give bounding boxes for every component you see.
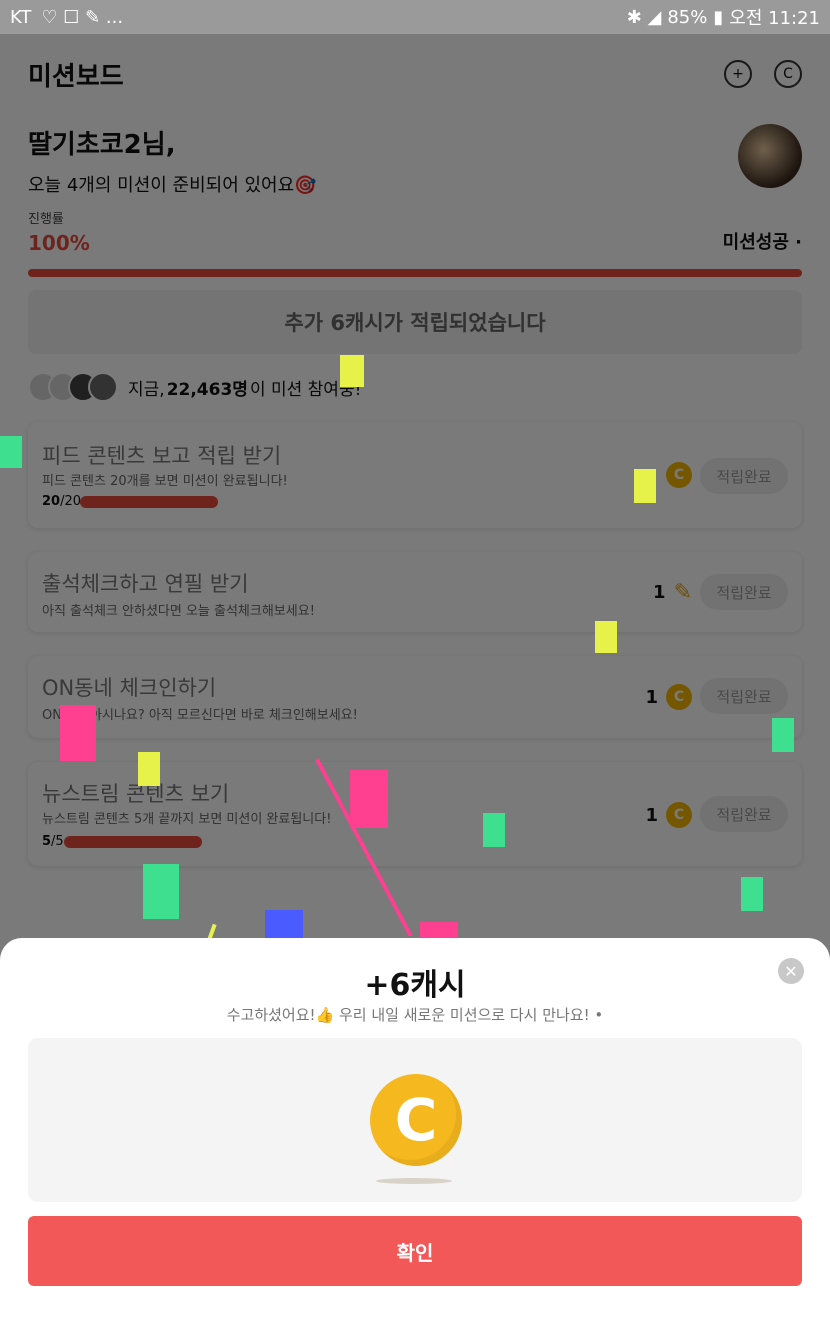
confetti-piece xyxy=(772,718,794,752)
confirm-button[interactable]: 확인 xyxy=(28,1216,802,1286)
mission-count: 20/20 xyxy=(42,494,82,509)
confetti-piece xyxy=(350,770,388,828)
mission-title: 피드 콘텐츠 보고 적립 받기 xyxy=(42,444,282,468)
cash-icon[interactable]: C xyxy=(774,60,802,88)
coin-icon: C xyxy=(370,1074,462,1166)
pencil-icon: ✎ xyxy=(673,580,692,605)
mission-reward: 1 ✎ xyxy=(653,580,692,605)
mission-reward: 1C xyxy=(645,802,692,828)
app-header: 미션보드 + C xyxy=(28,56,802,92)
mission-title: 뉴스트림 콘텐츠 보기 xyxy=(42,782,230,806)
claim-done-button[interactable]: 적립완료 xyxy=(700,796,788,832)
greeting-name: 딸기초코2님, xyxy=(28,130,176,160)
status-bar: KT ♡ ☐ ✎ ... ✱ ◢ 85% ▮ 오전 11:21 xyxy=(0,0,830,34)
mission-progress-bar xyxy=(80,496,218,508)
bonus-banner: 추가 6캐시가 적립되었습니다 xyxy=(28,290,802,354)
progress-label: 진행률 xyxy=(28,212,64,227)
coin-shadow xyxy=(376,1178,452,1184)
confetti-piece xyxy=(138,752,160,786)
confetti-piece xyxy=(0,436,22,468)
mission-title: ON동네 체크인하기 xyxy=(42,676,217,700)
confetti-piece xyxy=(595,621,617,653)
mission-progress-bar xyxy=(64,836,202,848)
mission-count: 5/5 xyxy=(42,834,64,849)
mission-status: 미션성공 · xyxy=(722,232,802,253)
claim-done-button[interactable]: 적립완료 xyxy=(700,458,788,494)
reward-amount: +6캐시 xyxy=(364,968,466,1003)
reward-bottom-sheet: +6캐시 ✕ 수고하셨어요!👍 우리 내일 새로운 미션으로 다시 만나요! •… xyxy=(0,938,830,1328)
confetti-piece xyxy=(340,355,364,387)
confetti-piece xyxy=(634,469,656,503)
reward-message: 수고하셨어요!👍 우리 내일 새로운 미션으로 다시 만나요! • xyxy=(226,1006,604,1024)
participant-avatars xyxy=(28,372,118,402)
battery-icon: ▮ xyxy=(713,6,724,28)
coin-icon: C xyxy=(666,462,692,488)
progress-bar xyxy=(28,269,802,277)
progress-percent: 100% xyxy=(28,231,90,255)
mission-desc: 아직 출석체크 안하셨다면 오늘 출석체크해보세요! xyxy=(42,604,315,619)
notification-icons: ♡ ☐ ✎ ... xyxy=(41,6,124,28)
participants-count: 22,463명 xyxy=(166,379,248,400)
coin-icon: C xyxy=(666,802,692,828)
reward-visual: C xyxy=(28,1038,802,1202)
progress-section: 진행률 100% 미션성공 · xyxy=(28,208,802,277)
page-title: 미션보드 xyxy=(28,61,124,92)
carrier-label: KT xyxy=(10,6,32,28)
battery-level: 85% xyxy=(667,6,708,28)
greeting: 딸기초코2님, 오늘 4개의 미션이 준비되어 있어요🎯 xyxy=(28,124,317,197)
mission-desc: 뉴스트림 콘텐츠 5개 끝까지 보면 미션이 완료됩니다! xyxy=(42,812,332,827)
claim-done-button[interactable]: 적립완료 xyxy=(700,678,788,714)
mission-card[interactable]: 피드 콘텐츠 보고 적립 받기 피드 콘텐츠 20개를 보면 미션이 완료됩니다… xyxy=(28,422,802,528)
participants-prefix: 지금, xyxy=(128,379,165,400)
claim-done-button[interactable]: 적립완료 xyxy=(700,574,788,610)
add-friend-icon[interactable]: + xyxy=(724,60,752,88)
participants-row: 지금, 22,463명 이 미션 참여중! xyxy=(28,372,361,402)
mission-card[interactable]: ON동네 체크인하기 ON동네 아시나요? 아직 모르신다면 바로 체크인해보세… xyxy=(28,656,802,738)
mission-reward: 1C xyxy=(645,684,692,710)
coin-icon: C xyxy=(666,684,692,710)
confetti-piece xyxy=(741,877,763,911)
confetti-piece xyxy=(60,705,96,761)
close-icon[interactable]: ✕ xyxy=(778,958,804,984)
mission-title: 출석체크하고 연필 받기 xyxy=(42,572,249,596)
confetti-piece xyxy=(265,910,303,940)
clock: 오전 11:21 xyxy=(729,8,820,29)
mission-card[interactable]: 출석체크하고 연필 받기 아직 출석체크 안하셨다면 오늘 출석체크해보세요! … xyxy=(28,552,802,632)
confetti-piece xyxy=(483,813,505,847)
confetti-piece xyxy=(143,864,179,919)
avatar[interactable] xyxy=(738,124,802,188)
mission-reward: C xyxy=(658,462,692,488)
signal-icon: ✱ ◢ xyxy=(626,6,662,28)
mission-desc: 피드 콘텐츠 20개를 보면 미션이 완료됩니다! xyxy=(42,474,288,489)
greeting-subtitle: 오늘 4개의 미션이 준비되어 있어요🎯 xyxy=(28,175,317,196)
